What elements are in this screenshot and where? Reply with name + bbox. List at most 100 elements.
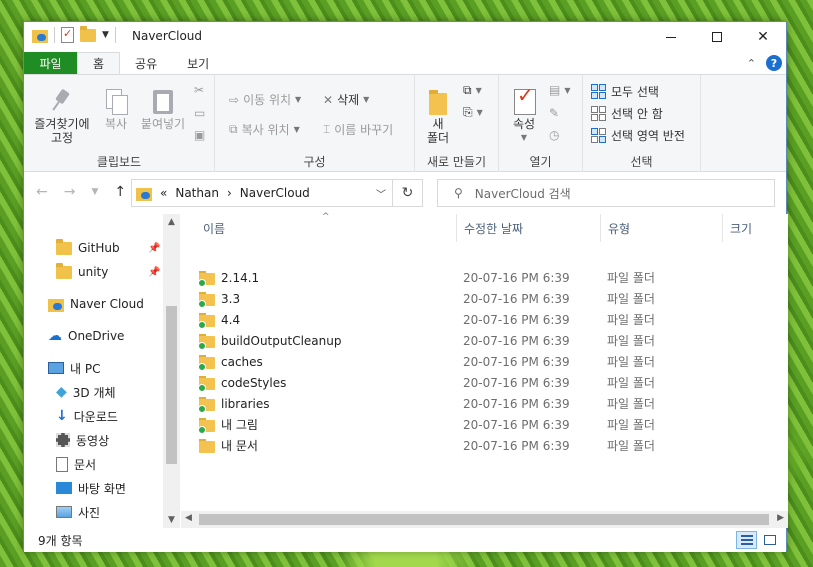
file-row[interactable]: libraries 20-07-16 PM 6:39 파일 폴더 — [181, 393, 788, 414]
pin-to-quick-access-button[interactable]: 즐겨찾기에 고정 — [32, 87, 92, 145]
file-name-cell[interactable]: 2.14.1 — [198, 270, 259, 287]
date-modified-cell: 20-07-16 PM 6:39 — [463, 375, 570, 390]
scroll-left-icon[interactable]: ◀ — [185, 513, 192, 523]
breadcrumb-navercloud[interactable]: NaverCloud — [240, 186, 310, 200]
customize-toolbar-chevron-icon[interactable]: ▼ — [102, 30, 109, 40]
collapse-ribbon-icon[interactable]: ⌃ — [747, 57, 756, 70]
file-row[interactable]: caches 20-07-16 PM 6:39 파일 폴더 — [181, 351, 788, 372]
properties-button[interactable]: 속성 ▼ — [507, 87, 541, 145]
overflow-crumbs[interactable]: « — [160, 186, 167, 200]
new-item-button[interactable]: ⧉ ▼ — [463, 83, 482, 98]
details-view-button[interactable] — [736, 531, 757, 549]
clipboard-group: 즐겨찾기에 고정 복사 붙여넣기 ✂ ▭ ▣ 클립보드 — [24, 75, 215, 173]
nav-item-videos[interactable]: 동영상 — [56, 428, 109, 452]
scrollbar-thumb[interactable] — [166, 306, 177, 464]
new-folder-icon[interactable] — [80, 25, 96, 42]
scrollbar-thumb[interactable] — [199, 514, 769, 525]
file-row[interactable]: 3.3 20-07-16 PM 6:39 파일 폴더 — [181, 288, 788, 309]
address-history-chevron-icon[interactable]: ﹀ — [376, 186, 392, 201]
select-none-button[interactable]: 선택 안 함 — [591, 105, 663, 122]
nav-item-this-pc[interactable]: 내 PC — [48, 356, 100, 380]
search-input[interactable]: ⚲ NaverCloud 검색 — [437, 179, 775, 207]
select-all-button[interactable]: 모두 선택 — [591, 83, 659, 100]
chevron-down-icon: ▼ — [476, 108, 483, 117]
up-arrow-icon[interactable]: ↑ — [114, 184, 126, 200]
breadcrumb-separator[interactable]: › — [227, 186, 232, 200]
column-name[interactable]: ^ 이름 — [181, 212, 457, 242]
file-name-cell[interactable]: 내 문서 — [199, 437, 258, 454]
column-size[interactable]: 크기 — [723, 214, 783, 242]
file-name-cell[interactable]: 내 그림 — [198, 416, 258, 434]
folder-icon — [198, 312, 215, 329]
file-name-cell[interactable]: codeStyles — [198, 375, 286, 392]
address-bar[interactable]: « Nathan › NaverCloud ﹀ — [131, 179, 393, 207]
column-type[interactable]: 유형 — [601, 214, 723, 242]
tab-home[interactable]: 홈 — [77, 52, 121, 74]
nav-item-unity[interactable]: unity — [56, 260, 108, 284]
open-button[interactable]: ▤ ▼ — [549, 83, 571, 97]
paste-button[interactable]: 붙여넣기 — [138, 87, 188, 131]
file-name-cell[interactable]: 4.4 — [198, 312, 240, 329]
invert-selection-button[interactable]: 선택 영역 반전 — [591, 127, 685, 144]
file-name-cell[interactable]: buildOutputCleanup — [198, 333, 341, 350]
tab-file[interactable]: 파일 — [24, 52, 77, 74]
nav-item-onedrive[interactable]: ☁ OneDrive — [48, 324, 124, 348]
new-folder-button[interactable]: 새 폴더 — [423, 87, 453, 145]
file-row[interactable]: 4.4 20-07-16 PM 6:39 파일 폴더 — [181, 309, 788, 330]
cut-button[interactable]: ✂ — [194, 83, 204, 97]
close-button[interactable]: ✕ — [740, 22, 786, 52]
file-row[interactable]: 2.14.1 20-07-16 PM 6:39 파일 폴더 — [181, 267, 788, 288]
file-row[interactable]: buildOutputCleanup 20-07-16 PM 6:39 파일 폴더 — [181, 330, 788, 351]
pin-icon[interactable]: 📌 — [148, 267, 160, 278]
download-arrow-icon: ↓ — [56, 408, 68, 424]
rename-button[interactable]: ⌶ 이름 바꾸기 — [323, 121, 393, 138]
scroll-up-icon[interactable]: ▲ — [163, 217, 180, 227]
nav-item-downloads[interactable]: ↓ 다운로드 — [56, 404, 118, 428]
rename-icon: ⌶ — [323, 122, 331, 136]
history-button[interactable]: ◷ — [549, 128, 559, 142]
file-name-cell[interactable]: caches — [198, 354, 263, 371]
nav-pane-scrollbar[interactable]: ▲ ▼ — [163, 214, 180, 528]
forward-arrow-icon[interactable]: → — [64, 184, 76, 200]
file-row[interactable]: 내 그림 20-07-16 PM 6:39 파일 폴더 — [181, 414, 788, 435]
scroll-right-icon[interactable]: ▶ — [777, 513, 784, 523]
copy-to-button[interactable]: ⧉ 복사 위치 ▼ — [229, 121, 300, 138]
large-icons-view-button[interactable] — [759, 531, 780, 549]
horizontal-scrollbar[interactable]: ◀ ▶ — [181, 511, 788, 528]
column-date-modified[interactable]: 수정한 날짜 — [457, 214, 601, 242]
edit-button[interactable]: ✎ — [549, 106, 559, 120]
date-modified-cell: 20-07-16 PM 6:39 — [463, 312, 570, 327]
file-name-cell[interactable]: 3.3 — [198, 291, 240, 308]
type-cell: 파일 폴더 — [607, 292, 655, 306]
copy-path-button[interactable]: ▭ — [194, 106, 205, 120]
back-arrow-icon[interactable]: ← — [36, 184, 48, 200]
file-row[interactable]: codeStyles 20-07-16 PM 6:39 파일 폴더 — [181, 372, 788, 393]
properties-icon[interactable] — [61, 27, 74, 43]
file-name-cell[interactable]: libraries — [198, 396, 269, 413]
delete-button[interactable]: ✕ 삭제 ▼ — [323, 91, 369, 108]
refresh-button[interactable]: ↻ — [393, 179, 423, 207]
nav-item-documents[interactable]: 문서 — [56, 452, 96, 476]
maximize-button[interactable] — [694, 22, 740, 52]
invert-selection-icon — [591, 127, 607, 144]
easy-access-button[interactable]: ⎘ ▼ — [463, 105, 483, 120]
nav-item-naver-cloud[interactable]: Naver Cloud — [48, 292, 144, 316]
copy-to-icon: ⧉ — [229, 122, 238, 136]
nav-item-github[interactable]: GitHub — [56, 236, 120, 260]
nav-item-3d-objects[interactable]: ◆ 3D 개체 — [56, 380, 116, 404]
help-icon[interactable]: ? — [766, 55, 782, 71]
tab-share[interactable]: 공유 — [120, 52, 172, 74]
nav-item-pictures[interactable]: 사진 — [56, 500, 100, 524]
file-row[interactable]: 내 문서 20-07-16 PM 6:39 파일 폴더 — [181, 435, 788, 456]
move-to-button[interactable]: ⇨ 이동 위치 ▼ — [229, 91, 301, 108]
breadcrumb-nathan[interactable]: Nathan — [175, 186, 219, 200]
tab-view[interactable]: 보기 — [172, 52, 224, 74]
recent-locations-chevron-icon[interactable]: ▼ — [91, 187, 98, 200]
type-cell: 파일 폴더 — [607, 313, 655, 327]
pin-icon[interactable]: 📌 — [148, 243, 160, 254]
scroll-down-icon[interactable]: ▼ — [163, 515, 180, 525]
minimize-button[interactable] — [648, 22, 694, 52]
nav-item-desktop[interactable]: 바탕 화면 — [56, 476, 126, 500]
paste-shortcut-button[interactable]: ▣ — [194, 128, 205, 142]
copy-button[interactable]: 복사 — [100, 87, 132, 131]
